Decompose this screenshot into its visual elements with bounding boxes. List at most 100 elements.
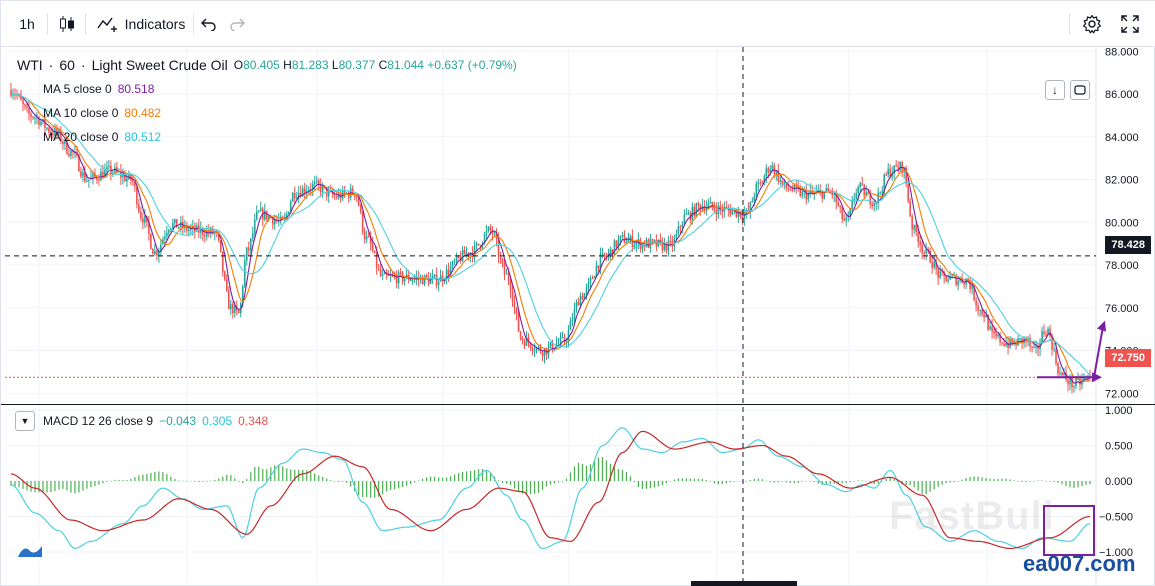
candle-body <box>381 274 384 276</box>
macd-histogram-bar <box>326 478 328 481</box>
candle-body <box>687 212 690 214</box>
macd-histogram-bar <box>625 471 628 481</box>
macd-histogram-bar <box>254 467 256 481</box>
candle-body <box>875 202 877 204</box>
macd-histogram-bar <box>230 475 232 481</box>
macd-histogram-bar <box>629 476 632 481</box>
candle-body <box>787 188 790 190</box>
macd-histogram-bar <box>465 471 468 481</box>
macd-histogram-bar <box>290 469 292 481</box>
candle-body <box>779 180 782 182</box>
ma10-legend[interactable]: MA 10 close 0 80.482 <box>43 106 161 120</box>
legend-interval: 60 <box>59 57 75 73</box>
macd-histogram-bar <box>34 481 36 493</box>
candle-body <box>371 243 374 251</box>
candle-body <box>80 171 82 177</box>
legend-instrument-name: Light Sweet Crude Oil <box>91 57 228 73</box>
macd-histogram-bar <box>501 481 504 483</box>
candle-body <box>453 261 456 263</box>
macd-histogram-bar <box>525 481 528 494</box>
candle-body <box>222 251 224 272</box>
candle-body <box>751 200 754 203</box>
candle-body <box>871 204 874 207</box>
macd-tick-label: 1.000 <box>1105 405 1133 417</box>
macd-histogram-bar <box>1009 479 1011 481</box>
macd-histogram-bar <box>1089 481 1091 485</box>
candle-body <box>923 252 925 254</box>
macd-histogram-bar <box>242 481 244 483</box>
candle-body <box>633 245 636 248</box>
candle-body <box>154 250 156 255</box>
candle-body <box>863 184 866 196</box>
macd-histogram-bar <box>390 481 392 491</box>
macd-tick-label: 0.500 <box>1105 441 1133 453</box>
macd-histogram-bar <box>985 478 987 481</box>
macd-histogram-bar <box>158 471 160 481</box>
macd-histogram-bar <box>226 474 228 481</box>
macd-histogram-bar <box>82 481 84 491</box>
candle-body <box>561 336 564 338</box>
candle-body <box>621 235 624 237</box>
ma10-line <box>10 94 1091 383</box>
candle-body <box>34 117 36 119</box>
candle-body <box>843 218 846 221</box>
price-tick-label: 78.000 <box>1105 260 1139 272</box>
brand-logo[interactable] <box>15 539 45 563</box>
candle-body <box>333 195 336 197</box>
candle-body <box>919 241 921 246</box>
candle-body <box>573 308 576 321</box>
macd-histogram-bar <box>350 481 352 487</box>
candle-body <box>379 269 382 276</box>
macd-legend[interactable]: MACD 12 26 close 9 −0.043 0.305 0.348 <box>43 414 268 428</box>
macd-histogram-bar <box>362 481 364 497</box>
candle-body <box>363 231 366 240</box>
macd-histogram-bar <box>577 463 580 481</box>
candle-body <box>513 301 516 308</box>
candle-body <box>1029 338 1031 347</box>
candle-body <box>164 236 166 240</box>
macd-histogram-bar <box>394 481 396 490</box>
candle-body <box>683 214 686 224</box>
candle-body <box>667 240 670 251</box>
macd-histogram-bar <box>318 475 320 481</box>
macd-histogram-bar <box>1033 481 1035 482</box>
legend-change: +0.637 (+0.79%) <box>427 58 517 72</box>
chevron-down-icon: ▼ <box>20 416 30 426</box>
macd-histogram-bar <box>669 481 671 482</box>
candle-body <box>615 240 618 247</box>
macd-histogram-bar <box>453 474 456 481</box>
macd-histogram-bar <box>386 481 388 492</box>
scroll-down-button[interactable]: ↓ <box>1045 80 1065 100</box>
macd-histogram-bar <box>817 481 819 484</box>
macd-histogram-bar <box>917 481 919 491</box>
legend-symbol[interactable]: WTI <box>17 57 43 73</box>
ma5-legend[interactable]: MA 5 close 0 80.518 <box>43 82 154 96</box>
candle-body <box>359 205 362 212</box>
macd-histogram-bar <box>681 478 683 481</box>
candle-body <box>108 165 110 168</box>
macd-histogram-bar <box>1037 480 1039 481</box>
macd-histogram-bar <box>214 479 216 481</box>
ma20-legend[interactable]: MA 20 close 0 80.512 <box>43 130 161 144</box>
macd-histogram-bar <box>202 481 204 482</box>
macd-histogram-bar <box>645 481 648 489</box>
candle-body <box>397 272 400 284</box>
candle-body <box>257 211 260 213</box>
macd-collapse-button[interactable]: ▼ <box>15 411 35 431</box>
reset-view-button[interactable] <box>1070 80 1090 100</box>
macd-histogram-bar <box>1061 481 1063 485</box>
candle-body <box>144 215 146 224</box>
crosshair-price-tag: 78.428 <box>1105 236 1151 254</box>
price-tick-label: 88.000 <box>1105 46 1139 58</box>
macd-histogram-bar <box>717 481 719 485</box>
candle-body <box>533 350 536 352</box>
candle-body <box>509 280 512 292</box>
macd-histogram-bar <box>989 478 991 481</box>
candle-body <box>995 333 997 337</box>
annotation-up-arrow[interactable] <box>1093 326 1104 378</box>
time-scrollbar[interactable] <box>691 581 797 586</box>
candle-body <box>355 196 358 198</box>
macd-histogram-bar <box>797 481 799 483</box>
macd-histogram-bar <box>398 481 400 489</box>
candle-body <box>713 207 716 210</box>
